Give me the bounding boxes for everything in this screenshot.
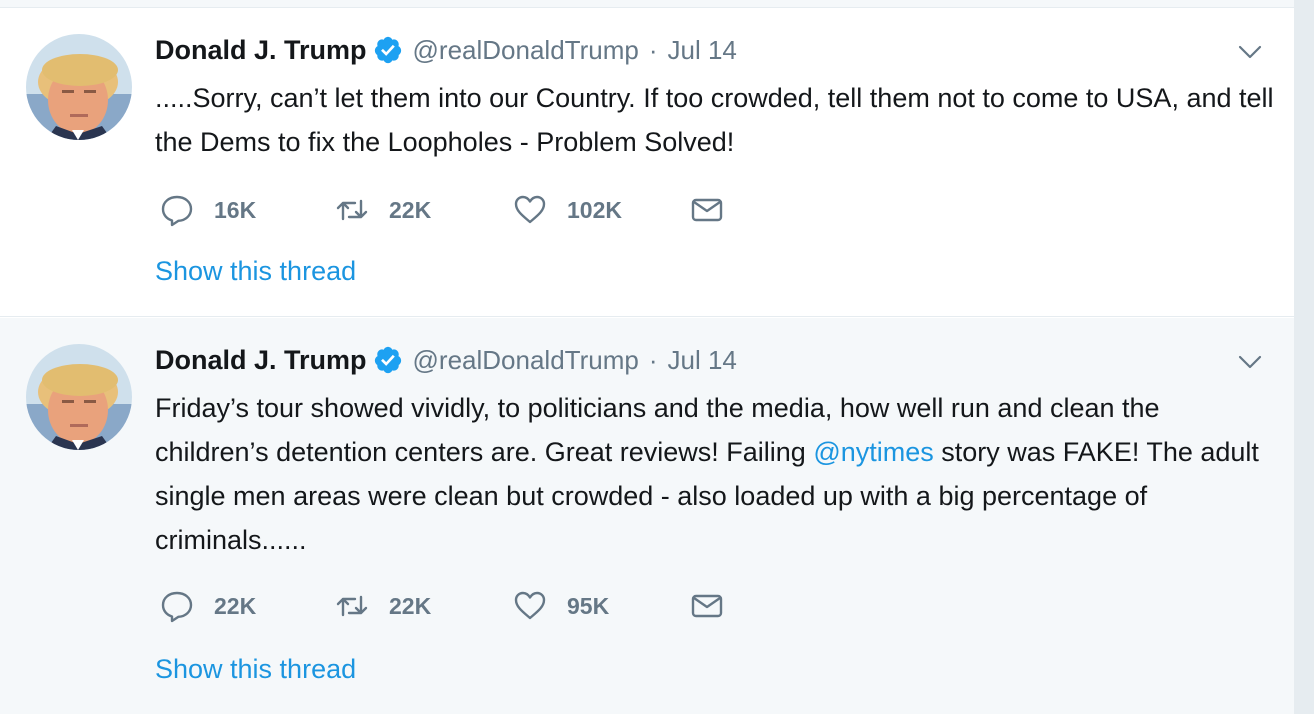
tweet-text: .....Sorry, can’t let them into our Coun… [155,83,1274,157]
like-count: 102K [567,196,622,223]
tweet-header: Donald J. Trump @realDonaldTrump · Jul 1… [155,32,737,68]
like-button[interactable]: 95K [513,589,690,623]
heart-icon [514,195,546,224]
tweet-header: Donald J. Trump @realDonaldTrump · Jul 1… [155,342,737,378]
verified-badge-icon [373,35,403,65]
envelope-icon [691,198,723,222]
separator: · [648,344,658,375]
reply-count: 16K [214,196,257,223]
retweet-button[interactable]: 22K [335,589,513,623]
separator: · [648,34,658,65]
tweet-timestamp[interactable]: Jul 14 [668,345,737,376]
author-name[interactable]: Donald J. Trump [155,345,367,376]
reply-icon [161,591,193,623]
avatar[interactable] [26,34,132,140]
like-button[interactable]: 102K [513,193,690,227]
tweet[interactable]: Donald J. Trump @realDonaldTrump · Jul 1… [0,318,1294,714]
reply-button[interactable]: 22K [160,589,335,623]
reply-button[interactable]: 16K [160,193,335,227]
timeline: Donald J. Trump @realDonaldTrump · Jul 1… [0,0,1295,714]
tweet-text: Friday’s tour showed vividly, to politic… [155,386,1275,562]
show-thread-link[interactable]: Show this thread [155,654,356,685]
chevron-down-icon[interactable] [1238,44,1262,60]
show-thread-link[interactable]: Show this thread [155,256,356,287]
timeline-top-divider [0,0,1294,8]
avatar-photo [26,34,132,140]
author-handle[interactable]: @realDonaldTrump [413,345,639,376]
verified-badge-icon [373,345,403,375]
like-count: 95K [567,592,610,619]
avatar-photo [26,344,132,450]
retweet-count: 22K [389,592,432,619]
envelope-icon [691,594,723,618]
tweet-actions: 22K 22K 95K [160,588,724,624]
tweet-actions: 16K 22K 102K [160,192,724,228]
mention-link[interactable]: @nytimes [813,437,933,467]
retweet-button[interactable]: 22K [335,193,513,227]
avatar[interactable] [26,344,132,450]
chevron-down-icon[interactable] [1238,354,1262,370]
heart-icon [514,591,546,620]
retweet-icon [336,199,368,221]
retweet-icon [336,595,368,617]
tweet[interactable]: Donald J. Trump @realDonaldTrump · Jul 1… [0,8,1294,317]
retweet-count: 22K [389,196,432,223]
author-name[interactable]: Donald J. Trump [155,35,367,66]
direct-message-button[interactable] [690,589,724,623]
direct-message-button[interactable] [690,193,724,227]
tweet-timestamp[interactable]: Jul 14 [668,35,737,66]
reply-icon [161,195,193,227]
author-handle[interactable]: @realDonaldTrump [413,35,639,66]
reply-count: 22K [214,592,257,619]
